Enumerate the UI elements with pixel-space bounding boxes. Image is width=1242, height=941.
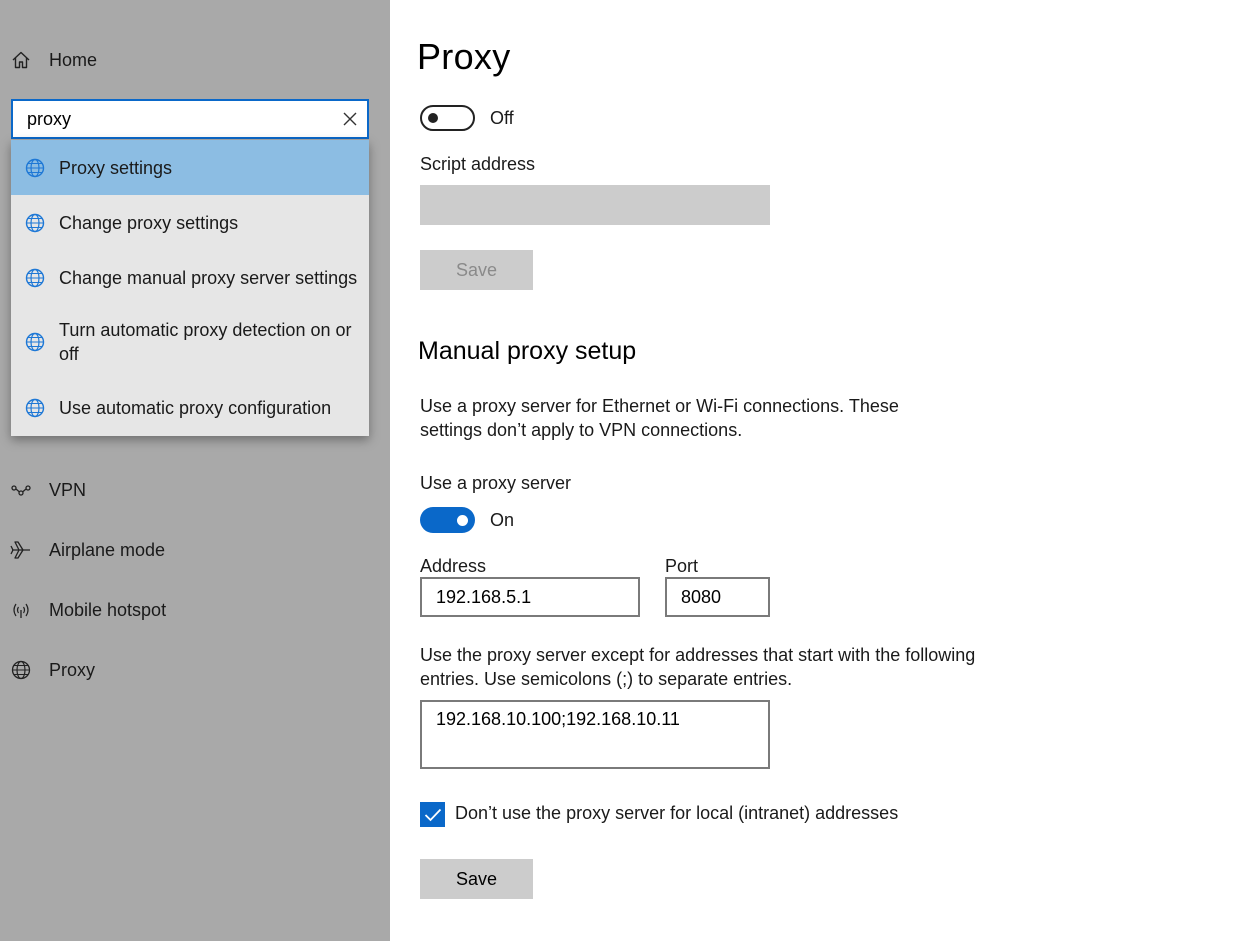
nav-home[interactable]: Home: [0, 40, 390, 80]
suggestion-label: Turn automatic proxy detection on or off: [59, 320, 352, 364]
toggle-knob: [457, 515, 468, 526]
nav-vpn[interactable]: VPN: [0, 470, 390, 510]
nav-airplane-mode[interactable]: Airplane mode: [0, 530, 390, 570]
suggestion-label: Proxy settings: [59, 157, 173, 178]
script-address-label: Script address: [420, 154, 536, 174]
local-addresses-checkbox[interactable]: [420, 802, 445, 827]
globe-icon: [25, 398, 45, 417]
exceptions-textarea[interactable]: 192.168.10.100;192.168.10.11: [422, 702, 768, 767]
auto-script-toggle[interactable]: [420, 105, 475, 131]
exceptions-description: Use the proxy server except for addresse…: [420, 645, 976, 689]
auto-setup-save-button[interactable]: Save: [420, 250, 533, 290]
nav-mobile-hotspot-label: Mobile hotspot: [49, 599, 167, 620]
settings-sidebar: Home VPN Airplane mode Mobile hotspot Pr…: [0, 0, 390, 941]
search-input[interactable]: [13, 101, 337, 137]
port-input[interactable]: [667, 579, 768, 615]
nav-proxy[interactable]: Proxy: [0, 650, 390, 690]
hotspot-icon: [10, 599, 32, 621]
globe-icon: [25, 268, 45, 287]
exceptions-field[interactable]: 192.168.10.100;192.168.10.11: [420, 700, 770, 769]
nav-mobile-hotspot[interactable]: Mobile hotspot: [0, 590, 390, 630]
globe-icon: [10, 659, 32, 681]
suggestion-change-manual-proxy[interactable]: Change manual proxy server settings: [11, 250, 369, 305]
address-field[interactable]: [420, 577, 640, 617]
script-address-field[interactable]: [420, 185, 770, 225]
address-input[interactable]: [422, 579, 638, 615]
nav-airplane-mode-label: Airplane mode: [49, 539, 166, 560]
vpn-icon: [10, 479, 32, 501]
use-proxy-label: Use a proxy server: [420, 473, 572, 493]
toggle-knob: [428, 113, 438, 123]
suggestion-label: Change manual proxy server settings: [59, 267, 358, 288]
auto-script-toggle-state: Off: [490, 108, 514, 128]
suggestion-change-proxy-settings[interactable]: Change proxy settings: [11, 195, 369, 250]
suggestion-auto-proxy-detection[interactable]: Turn automatic proxy detection on or off: [11, 305, 369, 379]
manual-setup-save-button[interactable]: Save: [420, 859, 533, 899]
checkmark-icon: [424, 808, 441, 821]
port-field[interactable]: [665, 577, 770, 617]
clear-search-icon[interactable]: [341, 110, 359, 128]
airplane-icon: [10, 539, 32, 561]
page-title: Proxy: [417, 36, 511, 77]
port-label: Port: [665, 556, 699, 576]
address-label: Address: [420, 556, 487, 576]
home-icon: [10, 49, 32, 71]
suggestion-label: Change proxy settings: [59, 212, 239, 233]
proxy-settings-page: Proxy Off Script address Save Manual pro…: [390, 0, 1242, 941]
local-addresses-label: Don’t use the proxy server for local (in…: [455, 803, 899, 823]
nav-vpn-label: VPN: [49, 479, 87, 500]
settings-search-box[interactable]: [11, 99, 369, 139]
nav-home-label: Home: [49, 49, 98, 70]
suggestion-auto-proxy-config[interactable]: Use automatic proxy configuration: [11, 379, 369, 436]
use-proxy-toggle-state: On: [490, 510, 515, 530]
use-proxy-toggle[interactable]: [420, 507, 475, 533]
suggestion-proxy-settings[interactable]: Proxy settings: [11, 140, 369, 195]
globe-icon: [25, 213, 45, 232]
suggestion-label: Use automatic proxy configuration: [59, 397, 332, 418]
search-suggestions-dropdown: Proxy settings Change proxy settings Cha…: [11, 140, 369, 436]
nav-proxy-label: Proxy: [49, 659, 96, 680]
globe-icon: [25, 158, 45, 177]
globe-icon: [25, 332, 45, 352]
manual-proxy-description: Use a proxy server for Ethernet or Wi-Fi…: [420, 396, 899, 440]
manual-proxy-heading: Manual proxy setup: [418, 337, 637, 365]
